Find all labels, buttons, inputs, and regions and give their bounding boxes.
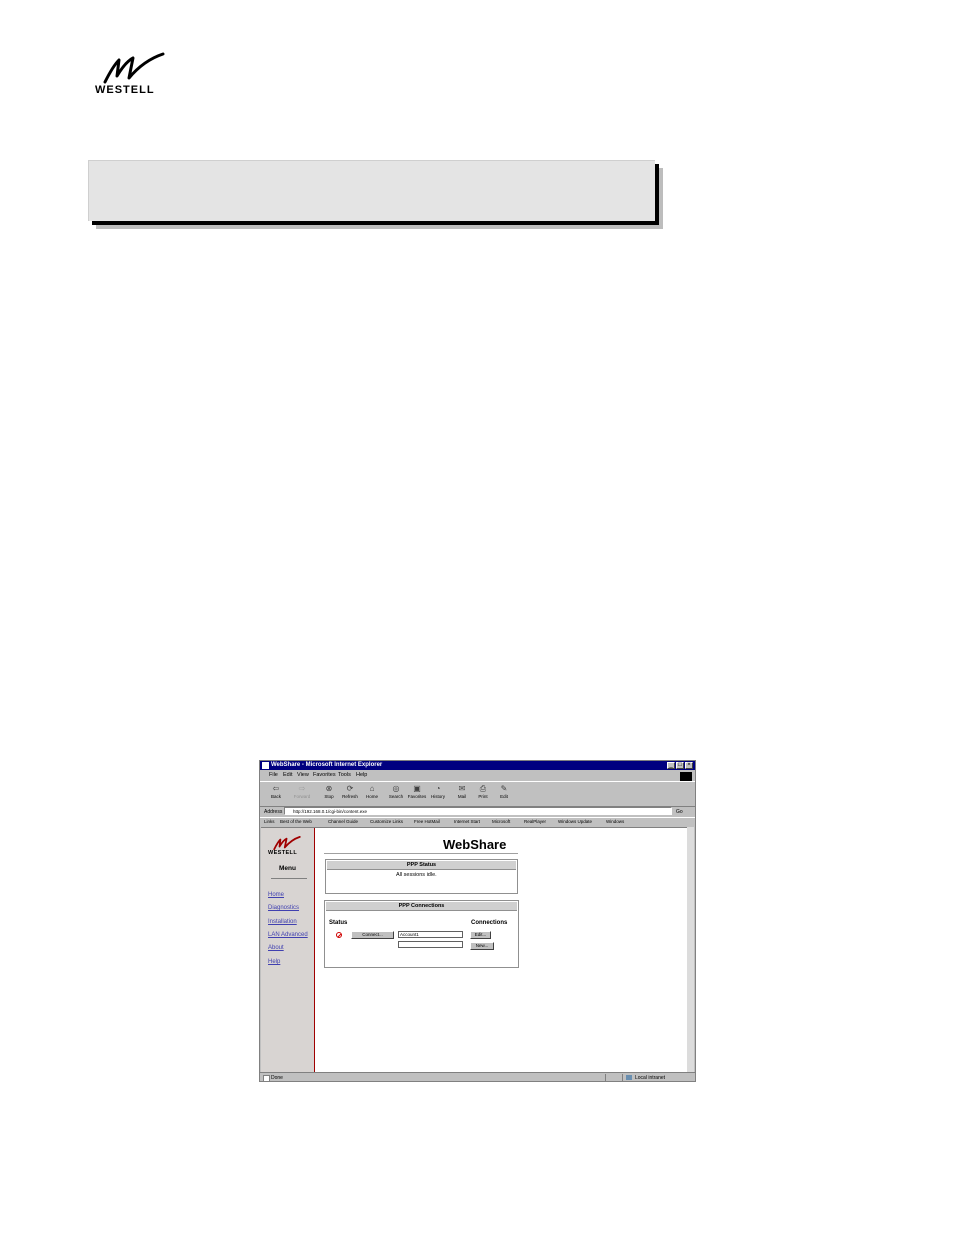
favorites-button[interactable]: ▣ Favorites	[407, 784, 427, 799]
ie-app-icon	[262, 762, 269, 769]
menu-bar: File Edit View Favorites Tools Help	[260, 771, 695, 780]
title-divider	[324, 853, 518, 854]
history-icon: ◔	[435, 784, 441, 793]
links-bar: Links Best of the Web Channel Guide Cust…	[260, 817, 695, 827]
westell-swoosh-icon	[103, 52, 165, 84]
home-icon: ⌂	[369, 784, 375, 793]
browser-window-screenshot: WebShare - Microsoft Internet Explorer _…	[259, 760, 696, 1082]
back-button[interactable]: ⇦ Back	[266, 784, 286, 799]
status-bar: Done Local intranet	[260, 1072, 695, 1081]
minimize-icon[interactable]: _	[667, 762, 675, 769]
go-button[interactable]: Go	[676, 809, 683, 815]
back-arrow-icon: ⇦	[272, 784, 280, 793]
vertical-scrollbar[interactable]	[687, 827, 694, 1072]
westell-swoosh-icon	[273, 836, 301, 851]
connect-button[interactable]: Connect...	[351, 931, 394, 939]
intranet-zone-icon	[626, 1075, 632, 1080]
refresh-icon: ⟳	[346, 784, 354, 793]
address-bar: Address http://192.168.0.1/cgi-bin/conte…	[260, 807, 695, 816]
page-status-icon	[263, 1075, 270, 1081]
window-title: WebShare - Microsoft Internet Explorer	[271, 762, 383, 768]
ie-throbber-icon	[680, 772, 692, 781]
ppp-connections-panel: PPP Connections Status Connections Conne…	[324, 900, 519, 968]
close-icon[interactable]: ×	[685, 762, 693, 769]
logo-wordmark: WESTELL	[95, 84, 155, 96]
status-column-label: Status	[329, 920, 348, 926]
connections-column-label: Connections	[471, 920, 508, 926]
status-separator	[622, 1074, 623, 1081]
forward-arrow-icon: ⇨	[298, 784, 306, 793]
link-windows[interactable]: Windows	[606, 819, 624, 824]
page-viewport: WESTELL Menu Home Diagnostics Installati…	[261, 827, 687, 1073]
disconnected-status-icon	[336, 932, 342, 938]
edit-icon: ✎	[500, 784, 508, 793]
address-label: Address	[264, 809, 283, 815]
account-select[interactable]: Account1	[398, 931, 463, 938]
menu-view[interactable]: View	[297, 772, 309, 778]
link-channel-guide[interactable]: Channel Guide	[328, 819, 358, 824]
edit-button[interactable]: ✎ Edit	[494, 784, 514, 799]
sidebar-divider	[271, 878, 307, 879]
print-button[interactable]: ⎙ Print	[473, 784, 493, 799]
nav-home[interactable]: Home	[268, 892, 284, 898]
refresh-button[interactable]: ⟳ Refresh	[340, 784, 360, 799]
links-label: Links	[264, 819, 275, 824]
stop-button[interactable]: ⊗ Stop	[319, 784, 339, 799]
status-text: Done	[271, 1075, 283, 1081]
window-titlebar: WebShare - Microsoft Internet Explorer _…	[260, 761, 695, 770]
favorites-icon: ▣	[413, 784, 421, 793]
section-header-panel	[88, 160, 655, 221]
edit-connection-button[interactable]: Edit...	[470, 931, 491, 939]
stop-icon: ⊗	[325, 784, 333, 793]
webshare-logo: WESTELL	[268, 836, 308, 860]
nav-installation[interactable]: Installation	[268, 919, 297, 925]
print-icon: ⎙	[479, 784, 487, 793]
maximize-icon[interactable]: □	[676, 762, 684, 769]
nav-help[interactable]: Help	[268, 959, 280, 965]
address-input[interactable]: http://192.168.0.1/cgi-bin/content.exe	[284, 807, 672, 815]
menu-help[interactable]: Help	[356, 772, 367, 778]
ppp-status-heading: PPP Status	[327, 861, 516, 870]
menu-file[interactable]: File	[269, 772, 278, 778]
toolbar: ⇦ Back ⇨ Forward ⊗ Stop ⟳ Refresh ⌂ Home ◎ Sea…	[260, 781, 695, 807]
menu-favorites[interactable]: Favorites	[313, 772, 336, 778]
webshare-content: WebShare PPP Status All sessions idle. P…	[315, 828, 687, 1073]
westell-logo: WESTELL	[95, 52, 169, 100]
mail-button[interactable]: ✉ Mail	[452, 784, 472, 799]
home-button[interactable]: ⌂ Home	[362, 784, 382, 799]
sidebar-menu-heading: Menu	[279, 865, 296, 872]
page-title: WebShare	[443, 837, 507, 852]
nav-about[interactable]: About	[268, 945, 284, 951]
link-windows-update[interactable]: Windows Update	[558, 819, 592, 824]
new-connection-button[interactable]: New...	[470, 942, 494, 950]
account-second-field[interactable]	[398, 941, 463, 948]
menu-edit[interactable]: Edit	[283, 772, 292, 778]
history-button[interactable]: ◔ History	[428, 784, 448, 799]
status-separator	[605, 1074, 606, 1081]
nav-diagnostics[interactable]: Diagnostics	[268, 905, 299, 911]
zone-text: Local intranet	[635, 1075, 666, 1081]
link-internet-start[interactable]: Internet Start	[454, 819, 480, 824]
mail-icon: ✉	[458, 784, 466, 793]
link-microsoft[interactable]: Microsoft	[492, 819, 510, 824]
link-best-of-web[interactable]: Best of the Web	[280, 819, 312, 824]
forward-button[interactable]: ⇨ Forward	[292, 784, 312, 799]
webshare-sidebar: WESTELL Menu Home Diagnostics Installati…	[261, 828, 315, 1073]
link-realplayer[interactable]: RealPlayer	[524, 819, 546, 824]
ppp-status-panel: PPP Status All sessions idle.	[325, 859, 518, 894]
ppp-connections-heading: PPP Connections	[326, 902, 517, 911]
search-icon: ◎	[392, 784, 400, 793]
sidebar-logo-wordmark: WESTELL	[268, 850, 298, 856]
link-free-hotmail[interactable]: Free HotMail	[414, 819, 440, 824]
search-button[interactable]: ◎ Search	[386, 784, 406, 799]
nav-lan-advanced[interactable]: LAN Advanced	[268, 932, 308, 938]
ppp-status-message: All sessions idle.	[396, 872, 437, 878]
menu-tools[interactable]: Tools	[338, 772, 351, 778]
link-customize-links[interactable]: Customize Links	[370, 819, 403, 824]
